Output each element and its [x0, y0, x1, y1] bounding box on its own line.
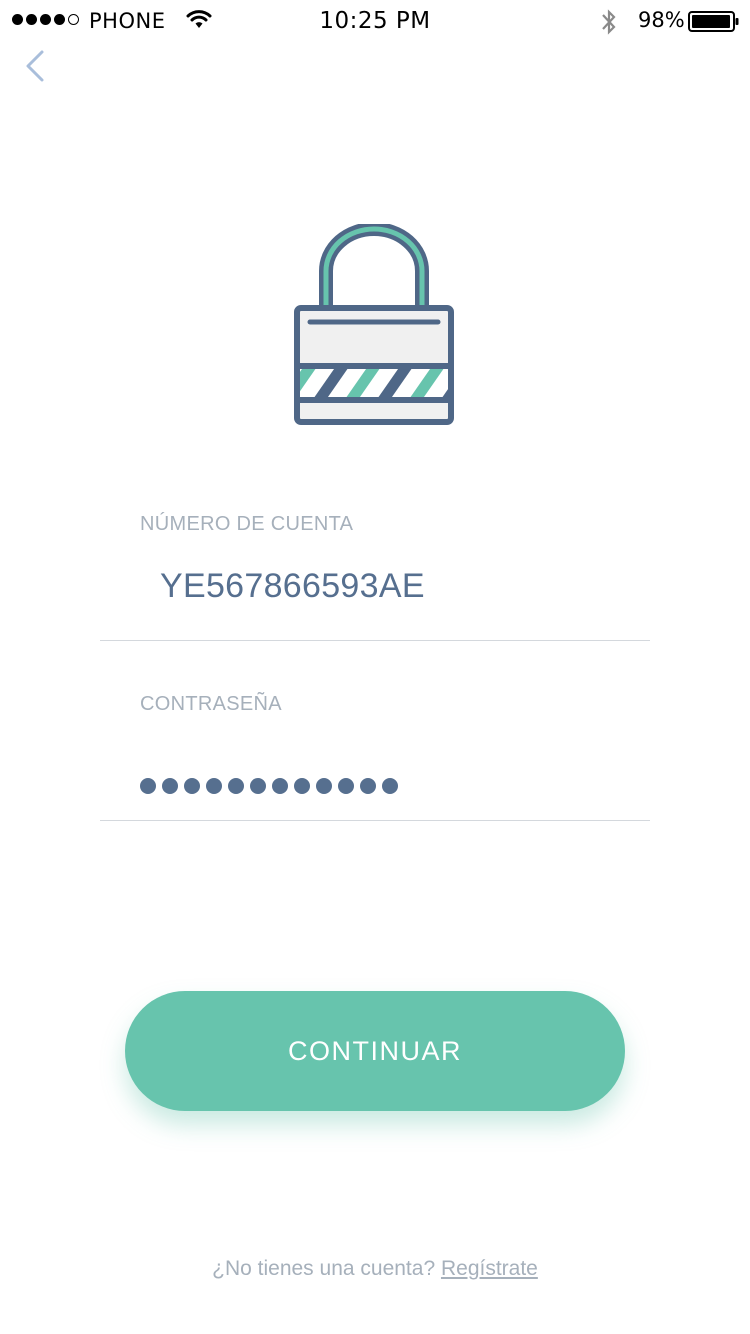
- battery-percentage: 98%: [638, 8, 685, 32]
- password-mask-dot: [250, 778, 266, 794]
- password-field[interactable]: CONTRASEÑA: [100, 680, 650, 821]
- password-mask-dot: [294, 778, 310, 794]
- password-label: CONTRASEÑA: [140, 693, 282, 715]
- register-prompt: ¿No tienes una cuenta? Regístrate: [0, 1257, 750, 1281]
- chevron-left-icon: [26, 50, 44, 82]
- password-mask-dot: [360, 778, 376, 794]
- password-mask-dot: [338, 778, 354, 794]
- password-mask-dot: [316, 778, 332, 794]
- password-mask-dot: [206, 778, 222, 794]
- continue-button[interactable]: CONTINUAR: [125, 991, 625, 1111]
- password-mask-dot: [140, 778, 156, 794]
- back-button[interactable]: [18, 46, 58, 86]
- battery-icon: [688, 11, 740, 38]
- password-input[interactable]: [140, 778, 398, 794]
- password-mask-dot: [272, 778, 288, 794]
- status-bar: PHONE 10:25 PM 98%: [0, 0, 750, 40]
- account-number-label: NÚMERO DE CUENTA: [140, 513, 354, 535]
- register-prompt-text: ¿No tienes una cuenta?: [212, 1257, 436, 1280]
- account-number-field[interactable]: NÚMERO DE CUENTA: [100, 500, 650, 641]
- bluetooth-icon: [599, 8, 619, 41]
- register-link[interactable]: Regístrate: [441, 1257, 538, 1280]
- password-mask-dot: [184, 778, 200, 794]
- password-mask-dot: [382, 778, 398, 794]
- password-mask-dot: [228, 778, 244, 794]
- padlock-icon: [293, 222, 455, 433]
- account-number-input[interactable]: [160, 567, 630, 606]
- password-mask-dot: [162, 778, 178, 794]
